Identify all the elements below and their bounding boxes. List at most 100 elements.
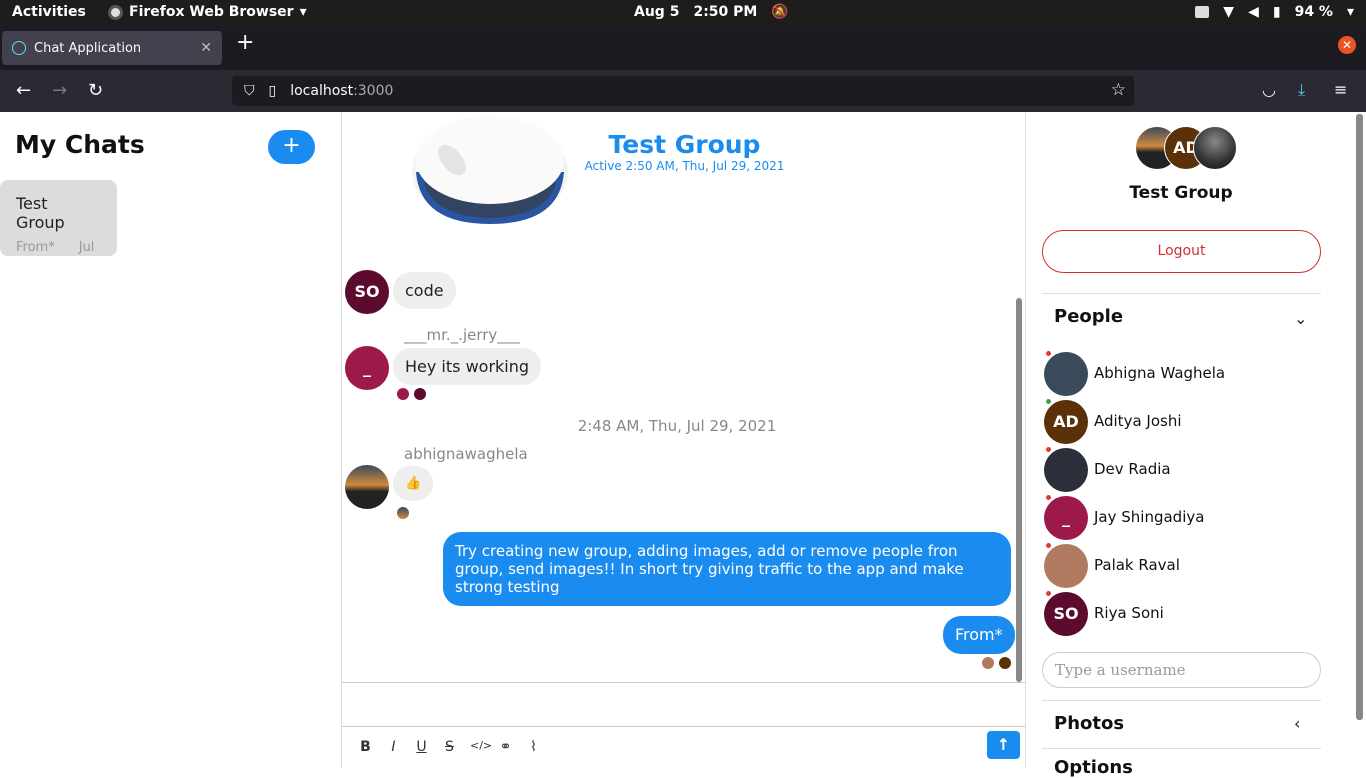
message-sender: ___mr._.jerry___ — [404, 326, 520, 344]
wifi-icon: ▼ — [1223, 4, 1235, 20]
person-name: Palak Raval — [1094, 556, 1180, 574]
chat-list-item[interactable]: Test Group From* Jul — [0, 180, 117, 256]
tab-title: Chat Application — [34, 40, 142, 56]
close-icon[interactable]: ✕ — [200, 40, 212, 56]
person-item[interactable]: Palak Raval — [1044, 543, 1304, 588]
system-tray[interactable]: ▼ ◀ ▮ 94 % ▾ — [1195, 4, 1354, 20]
clock[interactable]: Aug 5 2:50 PM 🔕 — [634, 4, 789, 20]
chat-title: Test Group — [608, 130, 761, 159]
person-item[interactable]: _ Jay Shingadiya — [1044, 495, 1304, 540]
clock-time: 2:50 PM — [693, 4, 758, 20]
url-port: :3000 — [353, 83, 394, 99]
chevron-down-icon[interactable]: ⌄ — [1294, 309, 1307, 328]
status-dot — [1046, 591, 1051, 596]
strikethrough-icon[interactable]: S — [442, 739, 457, 755]
pocket-icon[interactable]: ◡ — [1262, 80, 1276, 99]
chevron-down-icon: ▾ — [1346, 4, 1354, 20]
browser-tab[interactable]: Chat Application ✕ — [2, 31, 222, 65]
avatar[interactable]: _ — [345, 346, 389, 390]
italic-icon[interactable]: I — [386, 739, 401, 755]
chevron-down-icon: ▾ — [299, 4, 307, 20]
read-receipt-avatar — [397, 388, 409, 400]
message-bubble: Hey its working — [393, 348, 542, 385]
divider — [1042, 700, 1321, 701]
own-message-bubble: From* — [943, 616, 1015, 654]
username-search-input[interactable]: Type a username — [1042, 652, 1321, 688]
battery-icon: ▮ — [1272, 4, 1281, 20]
details-title: Test Group — [1129, 183, 1233, 203]
photos-heading[interactable]: Photos — [1054, 713, 1124, 734]
send-button[interactable]: ↑ — [987, 731, 1020, 759]
divider — [1042, 748, 1321, 749]
message-input[interactable] — [342, 683, 1025, 727]
message-bubble: 👍 — [393, 466, 434, 501]
reload-icon[interactable]: ↻ — [88, 80, 103, 101]
avatar[interactable] — [345, 465, 389, 509]
person-item[interactable]: Abhigna Waghela — [1044, 351, 1304, 396]
bookmark-star-icon[interactable]: ☆ — [1111, 80, 1126, 100]
read-receipt-avatar — [982, 657, 994, 669]
chat-app: My Chats + Test Group From* Jul Test Gro… — [0, 112, 1366, 778]
code-icon[interactable]: </> — [470, 739, 492, 755]
message-bubble: code — [393, 272, 456, 309]
window-close-button[interactable]: ✕ — [1338, 36, 1356, 54]
read-receipt-avatar — [999, 657, 1011, 669]
new-tab-button[interactable]: + — [236, 30, 254, 55]
date-separator: 2:48 AM, Thu, Jul 29, 2021 — [577, 417, 777, 435]
message-sender: abhignawaghela — [404, 445, 528, 463]
avatar: _ — [1044, 496, 1088, 540]
person-name: Abhigna Waghela — [1094, 364, 1226, 382]
avatar: SO — [1044, 592, 1088, 636]
menu-icon[interactable]: ≡ — [1334, 80, 1347, 99]
status-dot — [1046, 447, 1051, 452]
underline-icon[interactable]: U — [414, 739, 429, 755]
url-host: localhost — [290, 83, 354, 99]
people-heading[interactable]: People — [1054, 306, 1123, 327]
avatar — [1193, 126, 1237, 170]
back-icon[interactable]: ← — [16, 80, 31, 101]
attachment-icon[interactable]: ⌇ — [526, 739, 541, 755]
chat-details-panel: AD Test Group Logout People ⌄ Abhigna Wa… — [1026, 112, 1366, 778]
person-item[interactable]: AD Aditya Joshi — [1044, 399, 1304, 444]
person-name: Riya Soni — [1094, 604, 1164, 622]
page-scrollbar[interactable] — [1356, 114, 1363, 720]
download-icon[interactable]: ⤓ — [1298, 80, 1305, 100]
forward-icon[interactable]: → — [52, 80, 67, 101]
person-name: Dev Radia — [1094, 460, 1171, 478]
messages-scrollbar[interactable] — [1016, 298, 1022, 682]
group-avatars: AD — [1135, 126, 1237, 172]
format-toolbar: B I U S </> ⚭ ⌇ — [358, 739, 541, 755]
chat-preview: From* — [16, 240, 55, 255]
notifications-muted-icon: 🔕 — [771, 4, 789, 20]
chat-active-status: Active 2:50 AM, Thu, Jul 29, 2021 — [584, 159, 785, 173]
system-top-bar: Activities Firefox Web Browser ▾ Aug 5 2… — [0, 0, 1366, 26]
chat-date: Jul — [78, 240, 95, 255]
activities-button[interactable]: Activities — [12, 4, 86, 20]
firefox-icon — [108, 4, 123, 20]
react-icon — [12, 41, 26, 55]
screen-icon — [1195, 6, 1210, 18]
new-group-button[interactable]: + — [268, 130, 315, 164]
browser-nav-bar: ← → ↻ ⛉ ▯ localhost:3000 ☆ ◡ ⤓ ≡ — [0, 70, 1366, 112]
clock-date: Aug 5 — [634, 4, 680, 20]
chats-title: My Chats — [15, 130, 145, 159]
app-menu-label: Firefox Web Browser — [129, 4, 294, 20]
page-icon: ▯ — [268, 83, 277, 99]
status-dot — [1046, 495, 1051, 500]
bold-icon[interactable]: B — [358, 739, 373, 755]
person-item[interactable]: Dev Radia — [1044, 447, 1304, 492]
avatar — [1044, 448, 1088, 492]
app-menu[interactable]: Firefox Web Browser ▾ — [108, 4, 307, 20]
logout-button[interactable]: Logout — [1042, 230, 1321, 273]
url-bar[interactable]: ⛉ ▯ localhost:3000 ☆ — [232, 76, 1134, 106]
link-icon[interactable]: ⚭ — [498, 739, 513, 755]
chats-sidebar: My Chats + Test Group From* Jul — [0, 112, 341, 768]
shield-icon[interactable]: ⛉ — [244, 83, 255, 99]
chevron-left-icon[interactable]: ‹ — [1294, 714, 1300, 733]
message-composer: B I U S </> ⚭ ⌇ ↑ — [342, 682, 1025, 768]
avatar[interactable]: SO — [345, 270, 389, 314]
person-name: Aditya Joshi — [1094, 412, 1182, 430]
person-item[interactable]: SO Riya Soni — [1044, 591, 1304, 636]
read-receipt-avatar — [397, 507, 409, 519]
avatar — [1044, 544, 1088, 588]
